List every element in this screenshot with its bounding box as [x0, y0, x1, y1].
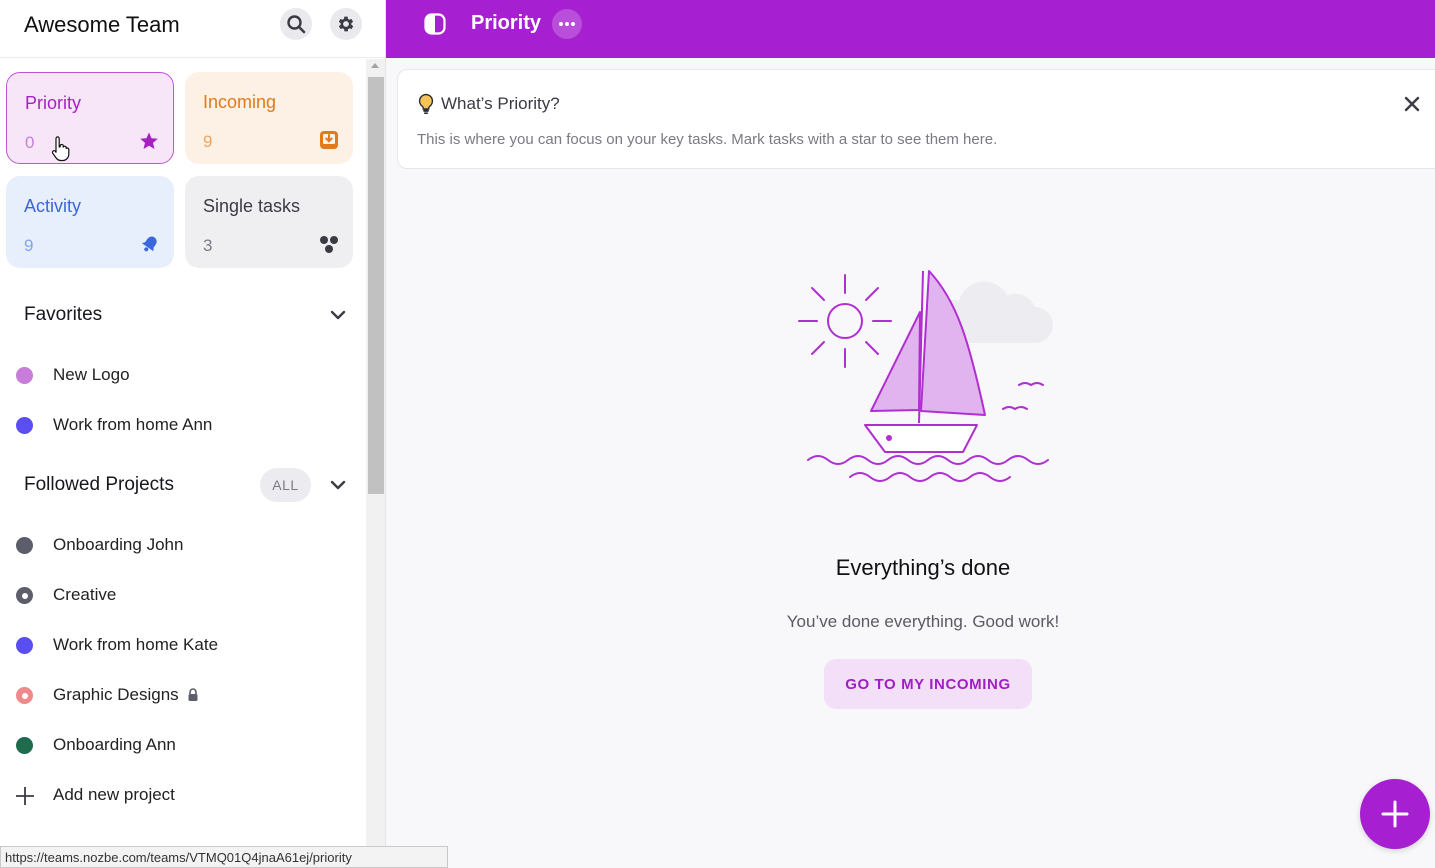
sailboat-illustration — [798, 270, 1053, 482]
project-color-dot — [16, 687, 33, 704]
favorite-item-new-logo[interactable]: New Logo — [0, 355, 360, 395]
project-item-label: Graphic Designs — [53, 685, 179, 704]
followed-projects-title: Followed Projects — [24, 474, 174, 495]
favorites-title: Favorites — [24, 304, 103, 325]
project-item-label: Creative — [53, 585, 117, 604]
empty-state-title: Everything’s done — [835, 555, 1011, 580]
top-bar: Priority — [386, 0, 1435, 58]
priority-card[interactable]: Priority 0 — [6, 72, 174, 164]
single-tasks-card[interactable]: Single tasks 3 — [185, 176, 353, 268]
single-tasks-card-count: 3 — [203, 236, 213, 255]
project-item-label: Onboarding Ann — [53, 735, 176, 754]
project-item-creative[interactable]: Creative — [0, 575, 360, 615]
status-bar-url: https://teams.nozbe.com/teams/VTMQ01Q4jn… — [0, 846, 448, 868]
go-to-incoming-button[interactable]: GO TO MY INCOMING — [824, 659, 1032, 709]
lightbulb-icon — [418, 93, 434, 114]
bell-icon — [141, 236, 157, 252]
incoming-card[interactable]: Incoming 9 — [185, 72, 353, 164]
project-item-label: Onboarding John — [53, 535, 184, 554]
scroll-up-arrow-icon[interactable] — [371, 63, 379, 68]
project-item-onboarding-ann[interactable]: Onboarding Ann — [0, 725, 360, 765]
activity-card-label: Activity — [24, 196, 82, 216]
project-item-graphic-designs[interactable]: Graphic Designs — [0, 675, 360, 715]
project-item-label: Work from home Kate — [53, 635, 219, 654]
priority-card-label: Priority — [25, 93, 82, 113]
sidebar-toggle-icon[interactable] — [424, 13, 446, 35]
banner-title: What’s Priority? — [441, 94, 560, 113]
info-banner: What’s Priority? This is where you can f… — [397, 69, 1435, 169]
chevron-down-icon[interactable] — [329, 306, 347, 324]
add-new-project-label: Add new project — [53, 785, 175, 804]
star-icon — [140, 132, 158, 149]
all-projects-button[interactable]: ALL — [260, 468, 311, 502]
single-tasks-card-label: Single tasks — [203, 196, 301, 216]
add-new-project-button[interactable]: Add new project — [0, 775, 360, 815]
empty-state-subtitle: You’ve done everything. Good work! — [786, 612, 1060, 631]
add-task-button[interactable] — [1360, 779, 1430, 849]
search-icon — [287, 15, 306, 34]
project-item-work-from-home-kate[interactable]: Work from home Kate — [0, 625, 360, 665]
incoming-card-label: Incoming — [203, 92, 277, 112]
project-color-dot — [16, 737, 33, 754]
page-title: Priority — [471, 12, 542, 34]
hand-cursor-icon — [51, 136, 70, 162]
sidebar-header: Awesome Team — [0, 0, 385, 58]
gear-icon — [338, 16, 354, 32]
activity-card-count: 9 — [24, 236, 34, 255]
plus-icon — [1381, 800, 1409, 828]
sidebar-scrollbar[interactable] — [366, 59, 385, 868]
scrollbar-thumb[interactable] — [368, 77, 384, 494]
more-horizontal-icon — [559, 22, 575, 26]
project-color-dot — [16, 367, 33, 384]
project-color-dot — [16, 587, 33, 604]
team-name[interactable]: Awesome Team — [24, 12, 180, 38]
close-icon[interactable] — [1402, 94, 1422, 114]
plus-icon — [16, 787, 34, 805]
more-options-button[interactable] — [552, 9, 582, 39]
sidebar: Awesome Team Priority 0 Incoming 9 Activ… — [0, 0, 386, 868]
project-color-dot — [16, 417, 33, 434]
settings-button[interactable] — [330, 8, 362, 40]
inbox-download-icon — [320, 131, 338, 149]
priority-card-count: 0 — [25, 133, 35, 152]
banner-text: This is where you can focus on your key … — [417, 131, 998, 148]
favorite-item-work-from-home-ann[interactable]: Work from home Ann — [0, 405, 360, 445]
activity-card[interactable]: Activity 9 — [6, 176, 174, 268]
favorite-item-label: Work from home Ann — [53, 415, 213, 434]
incoming-card-count: 9 — [203, 132, 213, 151]
dots-cluster-icon — [320, 236, 338, 253]
project-color-dot — [16, 537, 33, 554]
favorite-item-label: New Logo — [53, 365, 130, 384]
search-button[interactable] — [280, 8, 312, 40]
lock-icon — [188, 688, 198, 701]
project-color-dot — [16, 637, 33, 654]
project-item-onboarding-john[interactable]: Onboarding John — [0, 525, 360, 565]
chevron-down-icon[interactable] — [329, 476, 347, 494]
